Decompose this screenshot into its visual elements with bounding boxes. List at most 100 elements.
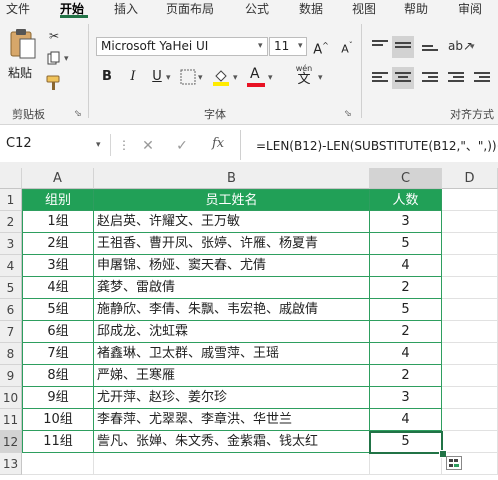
phonetic-dropdown-icon[interactable]: ▾: [318, 73, 323, 83]
table-cell[interactable]: 2: [370, 277, 442, 299]
table-cell[interactable]: 4: [370, 343, 442, 365]
orientation-dropdown-icon[interactable]: ▾: [470, 42, 475, 52]
tab-data[interactable]: 数据: [299, 0, 323, 17]
table-cell[interactable]: 施静欣、李倩、朱飘、韦宏艳、戚啟倩: [94, 299, 370, 321]
empty-cell[interactable]: [442, 387, 498, 409]
orientation-icon[interactable]: ab↗: [448, 38, 473, 54]
empty-cell[interactable]: [442, 409, 498, 431]
table-header-cell[interactable]: 组别: [22, 189, 94, 211]
table-cell[interactable]: 2: [370, 365, 442, 387]
quick-analysis-icon[interactable]: [446, 456, 462, 470]
table-cell[interactable]: 2组: [22, 233, 94, 255]
increase-font-icon[interactable]: A^: [312, 37, 330, 57]
table-cell[interactable]: 4组: [22, 277, 94, 299]
italic-button[interactable]: I: [124, 68, 142, 86]
table-cell[interactable]: 赵启英、许耀文、王万敏: [94, 211, 370, 233]
table-cell[interactable]: 5: [370, 233, 442, 255]
empty-cell[interactable]: [442, 211, 498, 233]
table-cell[interactable]: 5组: [22, 299, 94, 321]
clipboard-launcher-icon[interactable]: ⬂: [74, 106, 82, 122]
center-align-button[interactable]: [392, 67, 414, 89]
row-header[interactable]: 6: [0, 299, 22, 321]
empty-cell[interactable]: [370, 453, 442, 475]
empty-cell[interactable]: [442, 255, 498, 277]
column-header-b[interactable]: B: [94, 168, 370, 189]
decrease-font-icon[interactable]: Aˇ: [338, 37, 356, 56]
empty-cell[interactable]: [94, 453, 370, 475]
font-launcher-icon[interactable]: ⬂: [344, 106, 352, 122]
empty-cell[interactable]: [442, 277, 498, 299]
table-cell[interactable]: 王祖香、曹开凤、张婷、许雁、杨夏青: [94, 233, 370, 255]
middle-align-button[interactable]: [392, 36, 414, 58]
row-header[interactable]: 4: [0, 255, 22, 277]
column-header-a[interactable]: A: [22, 168, 94, 189]
table-header-cell[interactable]: 员工姓名: [94, 189, 370, 211]
tab-file[interactable]: 文件: [6, 0, 30, 17]
align-right-icon[interactable]: [422, 72, 438, 85]
formula-input[interactable]: =LEN(B12)-LEN(SUBSTITUTE(B12,"、",))+1: [242, 134, 498, 158]
table-cell[interactable]: 2: [370, 321, 442, 343]
table-cell[interactable]: 龚梦、雷啟倩: [94, 277, 370, 299]
select-all-corner[interactable]: [0, 168, 22, 189]
empty-cell[interactable]: [22, 453, 94, 475]
row-header[interactable]: 3: [0, 233, 22, 255]
table-cell[interactable]: 9组: [22, 387, 94, 409]
empty-cell[interactable]: [442, 299, 498, 321]
table-cell[interactable]: 尤开萍、赵珍、姜尔珍: [94, 387, 370, 409]
table-cell[interactable]: 3: [370, 387, 442, 409]
font-color-dropdown-icon[interactable]: ▾: [268, 73, 273, 83]
table-cell[interactable]: 8组: [22, 365, 94, 387]
row-header[interactable]: 12: [0, 431, 22, 453]
paste-button[interactable]: 粘贴: [6, 26, 40, 84]
fill-color-dropdown-icon[interactable]: ▾: [233, 73, 238, 83]
empty-cell[interactable]: [442, 343, 498, 365]
borders-icon[interactable]: [180, 69, 196, 85]
phonetic-guide-button[interactable]: wén 文: [290, 64, 318, 88]
empty-cell[interactable]: [442, 189, 498, 211]
confirm-formula-icon[interactable]: ✓: [174, 138, 190, 154]
table-cell[interactable]: 5: [370, 299, 442, 321]
font-name-dropdown-icon[interactable]: ▾: [258, 41, 263, 51]
empty-cell[interactable]: [442, 233, 498, 255]
font-name-combo[interactable]: Microsoft YaHei UI: [96, 37, 268, 56]
copy-dropdown-icon[interactable]: ▾: [64, 54, 69, 64]
table-cell[interactable]: 3组: [22, 255, 94, 277]
table-cell[interactable]: 褚鑫琳、卫太群、戚雪萍、王瑶: [94, 343, 370, 365]
format-painter-icon[interactable]: [45, 74, 63, 92]
column-header-c[interactable]: C: [370, 168, 442, 189]
table-cell[interactable]: 4: [370, 409, 442, 431]
bold-button[interactable]: B: [98, 68, 116, 86]
table-cell[interactable]: 11组: [22, 431, 94, 453]
table-cell[interactable]: 4: [370, 255, 442, 277]
row-header[interactable]: 8: [0, 343, 22, 365]
tab-view[interactable]: 视图: [352, 0, 376, 17]
underline-dropdown-icon[interactable]: ▾: [166, 73, 171, 83]
align-left-icon[interactable]: [372, 72, 388, 85]
bottom-align-icon[interactable]: [422, 45, 438, 58]
table-cell[interactable]: 邱成龙、沈虹霖: [94, 321, 370, 343]
tab-page-layout[interactable]: 页面布局: [166, 0, 214, 17]
row-header[interactable]: 13: [0, 453, 22, 475]
tab-help[interactable]: 帮助: [404, 0, 428, 17]
cut-icon[interactable]: ✂: [46, 28, 62, 44]
empty-cell[interactable]: [442, 365, 498, 387]
tab-insert[interactable]: 插入: [114, 0, 138, 17]
row-header[interactable]: 9: [0, 365, 22, 387]
row-header[interactable]: 7: [0, 321, 22, 343]
row-header[interactable]: 10: [0, 387, 22, 409]
table-cell[interactable]: 6组: [22, 321, 94, 343]
table-cell[interactable]: 1组: [22, 211, 94, 233]
top-align-icon[interactable]: [372, 40, 388, 53]
row-header[interactable]: 2: [0, 211, 22, 233]
underline-button[interactable]: U: [148, 68, 166, 86]
name-box-dropdown-icon[interactable]: ▾: [96, 140, 101, 150]
table-cell[interactable]: 李春萍、尤翠翠、李章洪、华世兰: [94, 409, 370, 431]
name-box[interactable]: C12 ▾: [0, 134, 111, 156]
tab-review[interactable]: 审阅: [458, 0, 482, 17]
table-cell[interactable]: 10组: [22, 409, 94, 431]
table-cell[interactable]: 3: [370, 211, 442, 233]
table-cell[interactable]: 严娣、王寒雁: [94, 365, 370, 387]
tab-formulas[interactable]: 公式: [245, 0, 269, 17]
insert-function-icon[interactable]: fx: [212, 136, 224, 151]
font-color-button[interactable]: A: [246, 66, 266, 88]
